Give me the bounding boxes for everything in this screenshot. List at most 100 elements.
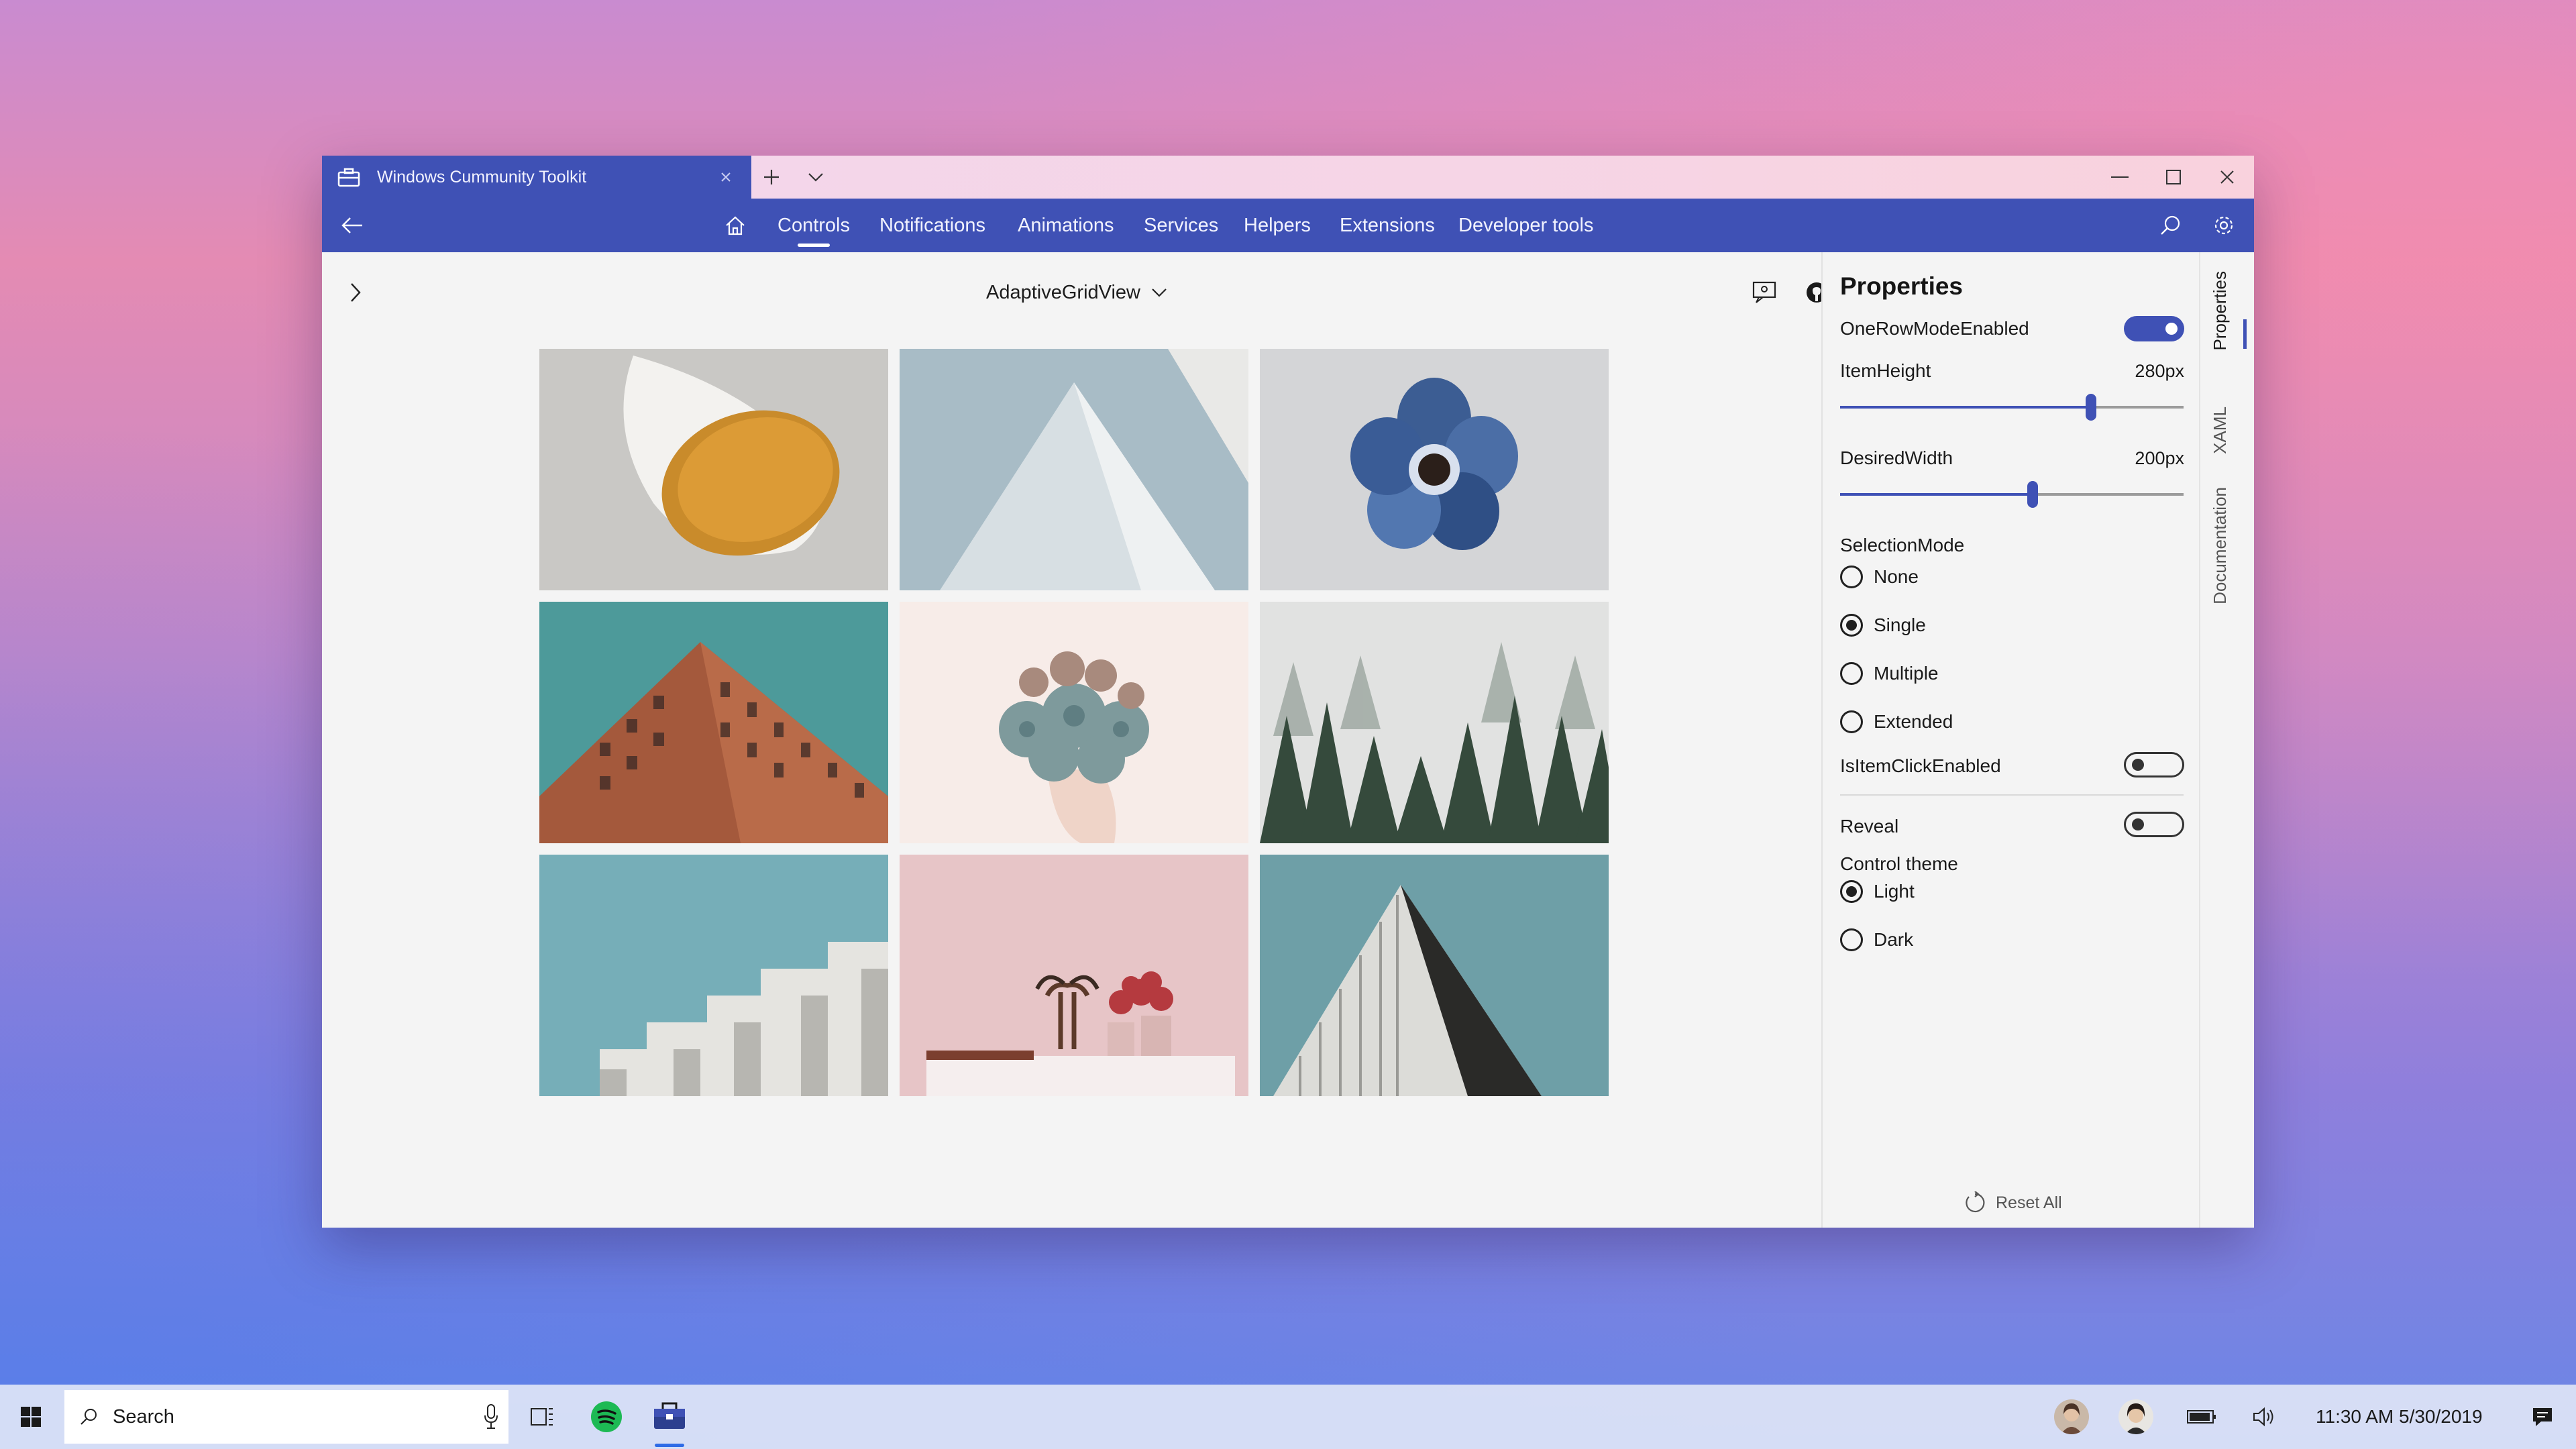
concrete-building-photo[interactable] [539,855,888,1096]
nav-developer-tools[interactable]: Developer tools [1458,199,1594,252]
system-clock[interactable]: 11:30 AM 5/30/2019 [2316,1385,2483,1449]
feedback-icon [1752,281,1776,303]
chevron-right-icon [351,283,361,302]
home-icon [726,216,745,235]
search-icon [2161,215,2180,235]
divider [1840,794,2184,796]
taskbar: Search 11:30 AM 5/30/2019 [0,1385,2576,1449]
selection-mode-label: SelectionMode [1840,535,1965,555]
tab-xaml[interactable]: XAML [2210,407,2231,454]
toolbox-icon [335,164,362,191]
succulent-bouquet-photo[interactable] [900,602,1248,843]
theme-light-radio[interactable]: Light [1840,880,1915,903]
theme-dark-radio[interactable]: Dark [1840,928,1913,951]
new-tab-button[interactable] [751,156,792,199]
radio-label: Extended [1874,711,1953,732]
back-arrow-icon [341,217,362,233]
nav-notifications[interactable]: Notifications [879,199,985,252]
radio-label: Light [1874,881,1915,902]
refresh-icon [1966,1191,1985,1213]
minimize-icon [2111,176,2129,178]
sample-content: AdaptiveGridView [322,252,1827,1228]
chevron-down-icon [1152,288,1167,297]
gear-icon [2214,216,2233,235]
building-photo[interactable] [539,602,888,843]
volume-icon[interactable] [2245,1397,2285,1437]
skull-vase-photo[interactable] [900,855,1248,1096]
slider-thumb[interactable] [2027,481,2038,508]
toolbox-icon [654,1402,685,1429]
app-window: Windows Cummunity Toolkit Controls Notif… [322,156,2254,1228]
lamp-photo[interactable] [539,349,888,590]
dark-triangle-building-photo[interactable] [1260,855,1609,1096]
desired-width-slider[interactable] [1840,481,2184,508]
plus-icon [764,170,779,184]
toolkit-app[interactable] [649,1397,690,1437]
search-icon [79,1407,98,1426]
sample-picker[interactable]: AdaptiveGridView [986,272,1167,313]
nav-controls[interactable]: Controls [777,199,850,252]
selection-extended-radio[interactable]: Extended [1840,710,1953,733]
reveal-toggle[interactable] [2124,812,2184,837]
blue-flower-photo[interactable] [1260,349,1609,590]
title-bar: Windows Cummunity Toolkit [322,156,2254,199]
close-window-button[interactable] [2200,156,2254,199]
settings-button[interactable] [2200,199,2247,252]
minimize-button[interactable] [2093,156,2147,199]
nav-helpers[interactable]: Helpers [1244,199,1311,252]
is-item-click-toggle[interactable] [2124,752,2184,777]
nav-extensions[interactable]: Extensions [1340,199,1435,252]
item-height-slider[interactable] [1840,394,2184,421]
misty-forest-photo[interactable] [1260,602,1609,843]
home-button[interactable] [712,199,759,252]
control-theme-label: Control theme [1840,853,1958,874]
active-tab-indicator [2243,319,2247,349]
radio-label: Dark [1874,929,1914,950]
taskbar-search-label: Search [113,1405,174,1428]
search-button[interactable] [2147,199,2194,252]
back-button[interactable] [329,199,376,252]
desired-width-label: DesiredWidth [1840,447,1953,468]
close-tab-icon[interactable] [712,164,739,191]
tab-properties[interactable]: Properties [2210,271,2231,351]
notification-icon [2533,1408,2552,1426]
start-button[interactable] [11,1397,51,1437]
expand-pane-button[interactable] [335,272,376,313]
nav-services[interactable]: Services [1144,199,1218,252]
microphone-icon[interactable] [483,1403,499,1436]
radio-label: Multiple [1874,663,1939,684]
reset-all-button[interactable]: Reset All [1964,1191,2062,1214]
one-row-mode-label: OneRowModeEnabled [1840,318,2029,339]
feedback-button[interactable] [1744,272,1784,313]
avatar[interactable] [2118,1399,2153,1434]
radio-label: None [1874,566,1919,587]
item-height-label: ItemHeight [1840,360,1931,381]
nav-animations[interactable]: Animations [1018,199,1114,252]
windows-logo-icon [21,1407,41,1427]
window-tab[interactable]: Windows Cummunity Toolkit [322,156,751,199]
active-app-indicator [655,1444,684,1447]
item-height-value: 280px [2135,361,2184,381]
spotify-app[interactable] [586,1397,627,1437]
selection-single-radio[interactable]: Single [1840,614,1926,637]
one-row-mode-toggle[interactable] [2124,316,2184,341]
close-icon [2220,170,2234,184]
triangle-roof-photo[interactable] [900,349,1248,590]
maximize-button[interactable] [2147,156,2200,199]
selection-multiple-radio[interactable]: Multiple [1840,662,1938,685]
task-view-icon [531,1408,553,1426]
action-center-button[interactable] [2522,1397,2563,1437]
taskbar-search-box[interactable]: Search [64,1390,508,1444]
tab-list-button[interactable] [796,156,836,199]
selection-none-radio[interactable]: None [1840,566,1919,588]
battery-icon[interactable] [2182,1397,2222,1437]
reset-all-label: Reset All [1996,1193,2062,1212]
tab-documentation[interactable]: Documentation [2210,487,2231,604]
spotify-icon [591,1401,622,1432]
task-view-button[interactable] [522,1397,562,1437]
properties-panel: Properties OneRowModeEnabled ItemHeight … [1821,252,2199,1228]
maximize-icon [2166,170,2181,184]
avatar[interactable] [2054,1399,2089,1434]
slider-thumb[interactable] [2085,394,2096,421]
window-tab-title: Windows Cummunity Toolkit [377,167,587,186]
